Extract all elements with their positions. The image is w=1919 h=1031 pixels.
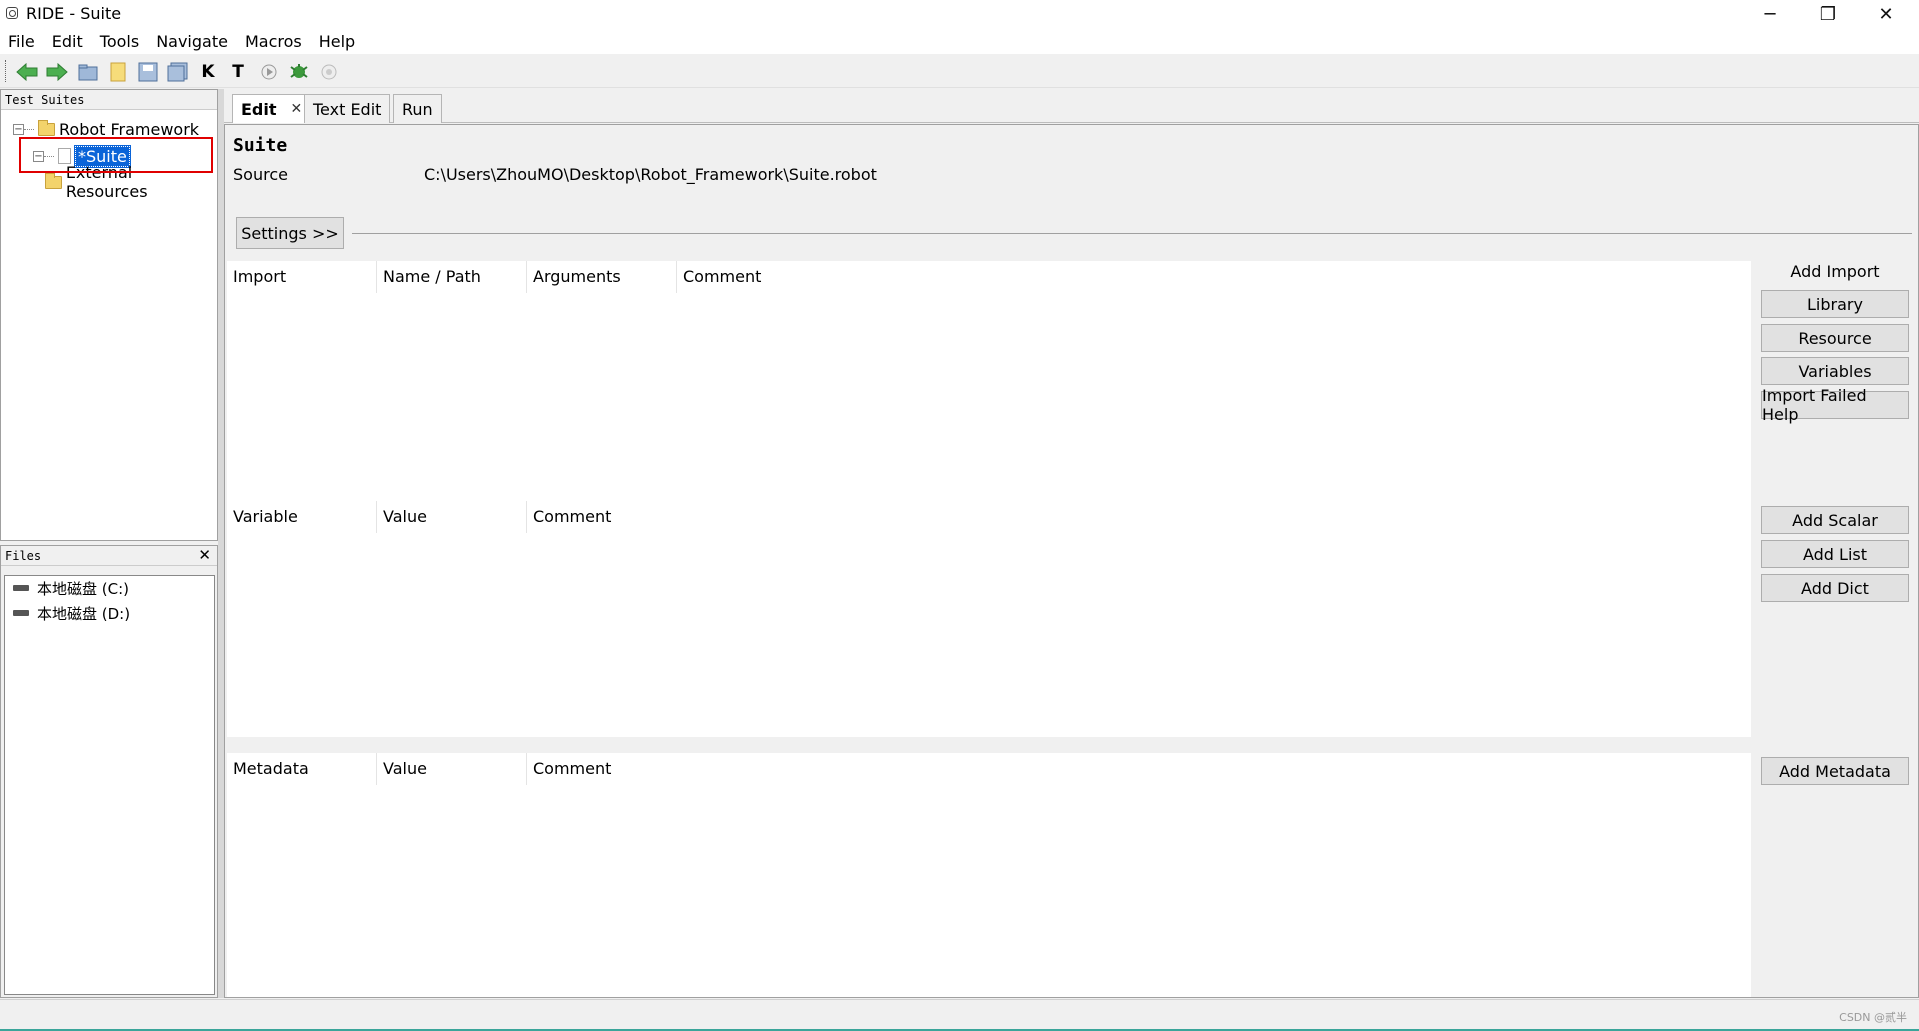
run-icon[interactable]	[257, 60, 281, 84]
tab-edit[interactable]: Edit ✕	[232, 94, 312, 123]
add-import-label: Add Import	[1790, 262, 1880, 281]
column-header: Arguments	[527, 261, 677, 293]
metadata-table[interactable]: Metadata Value Comment	[227, 753, 1751, 997]
drive-icon	[13, 610, 29, 616]
status-bar: CSDN @贰半	[0, 999, 1919, 1031]
column-header: Variable	[227, 501, 377, 533]
variable-table-header: Variable Value Comment	[227, 501, 1751, 533]
menu-navigate[interactable]: Navigate	[156, 32, 228, 51]
drive-icon	[13, 585, 29, 591]
tree-label-robot-framework: Robot Framework	[59, 119, 200, 139]
add-metadata-button[interactable]: Add Metadata	[1761, 757, 1909, 785]
close-tab-icon[interactable]: ✕	[291, 101, 303, 117]
search-keywords-icon[interactable]: K	[196, 60, 220, 84]
add-resource-button[interactable]: Resource	[1761, 324, 1909, 352]
source-path: C:\Users\ZhouMO\Desktop\Robot_Framework\…	[424, 165, 877, 184]
files-caption: Files ✕	[1, 546, 217, 566]
add-dict-button[interactable]: Add Dict	[1761, 574, 1909, 602]
toolbar-grip	[5, 60, 8, 82]
add-scalar-button[interactable]: Add Scalar	[1761, 506, 1909, 534]
highlight-box	[19, 137, 213, 173]
watermark: CSDN @贰半	[1839, 1011, 1907, 1024]
new-folder-icon[interactable]	[106, 60, 130, 84]
folder-icon	[45, 172, 62, 189]
drive-d-label: 本地磁盘 (D:)	[37, 604, 131, 623]
suite-title: Suite	[233, 135, 288, 156]
add-variables-button[interactable]: Variables	[1761, 357, 1909, 385]
close-window-button[interactable]: ✕	[1857, 0, 1915, 28]
title-bar: RIDE - Suite ─ ❐ ✕	[0, 0, 1919, 28]
column-header: Value	[377, 753, 527, 785]
column-header: Comment	[683, 267, 762, 286]
folder-icon	[38, 119, 55, 136]
menu-bar: File Edit Tools Navigate Macros Help	[0, 28, 1919, 54]
column-header: Name / Path	[377, 261, 527, 293]
debug-icon[interactable]	[287, 60, 311, 84]
test-suites-caption: Test Suites	[1, 90, 217, 110]
stop-icon[interactable]	[317, 60, 341, 84]
suite-editor: Suite Source C:\Users\ZhouMO\Desktop\Rob…	[224, 124, 1919, 998]
save-all-icon[interactable]	[166, 60, 190, 84]
tab-edit-label: Edit	[241, 99, 277, 119]
menu-macros[interactable]: Macros	[245, 32, 302, 51]
open-folder-icon[interactable]	[76, 60, 100, 84]
file-tree: 本地磁盘 (C:) 本地磁盘 (D:)	[4, 575, 215, 995]
search-tests-icon[interactable]: T	[226, 60, 250, 84]
maximize-button[interactable]: ❐	[1799, 0, 1857, 28]
menu-file[interactable]: File	[8, 32, 35, 51]
save-icon[interactable]	[136, 60, 160, 84]
forward-arrow-icon[interactable]	[45, 60, 69, 84]
source-label: Source	[233, 165, 288, 184]
metadata-table-header: Metadata Value Comment	[227, 753, 1751, 785]
add-library-button[interactable]: Library	[1761, 290, 1909, 318]
settings-divider	[352, 233, 1912, 234]
import-failed-help-button[interactable]: Import Failed Help	[1761, 386, 1909, 424]
tab-text-edit[interactable]: Text Edit	[304, 94, 391, 123]
drive-c-label: 本地磁盘 (C:)	[37, 579, 129, 598]
toolbar: K T	[0, 54, 1919, 88]
close-panel-icon[interactable]: ✕	[198, 546, 211, 564]
collapse-icon[interactable]: −	[13, 123, 24, 135]
column-header: Metadata	[227, 753, 377, 785]
tab-run[interactable]: Run	[393, 94, 442, 123]
tab-run-label: Run	[402, 99, 433, 119]
column-header: Value	[377, 501, 527, 533]
files-caption-label: Files	[5, 549, 42, 563]
files-panel: Files ✕ 本地磁盘 (C:) 本地磁盘 (D:)	[0, 545, 218, 998]
import-table-header: Import Name / Path Arguments Comment	[227, 261, 1751, 293]
tab-strip: Edit ✕ Text Edit Run	[224, 89, 1919, 123]
menu-tools[interactable]: Tools	[100, 32, 139, 51]
settings-button[interactable]: Settings >>	[236, 217, 344, 249]
window-title: RIDE - Suite	[26, 4, 122, 23]
app-icon	[6, 7, 18, 19]
column-header: Import	[227, 261, 377, 293]
menu-help[interactable]: Help	[319, 32, 355, 51]
minimize-button[interactable]: ─	[1741, 0, 1799, 28]
drive-d[interactable]: 本地磁盘 (D:)	[13, 602, 130, 624]
back-arrow-icon[interactable]	[15, 60, 39, 84]
drive-c[interactable]: 本地磁盘 (C:)	[13, 577, 129, 599]
add-list-button[interactable]: Add List	[1761, 540, 1909, 568]
tree-item-external-resources[interactable]: External Resources	[41, 163, 217, 201]
menu-edit[interactable]: Edit	[52, 32, 83, 51]
tab-text-edit-label: Text Edit	[313, 99, 382, 119]
column-header: Comment	[533, 507, 612, 526]
column-header: Comment	[533, 759, 612, 778]
variable-table[interactable]: Variable Value Comment	[227, 501, 1751, 737]
